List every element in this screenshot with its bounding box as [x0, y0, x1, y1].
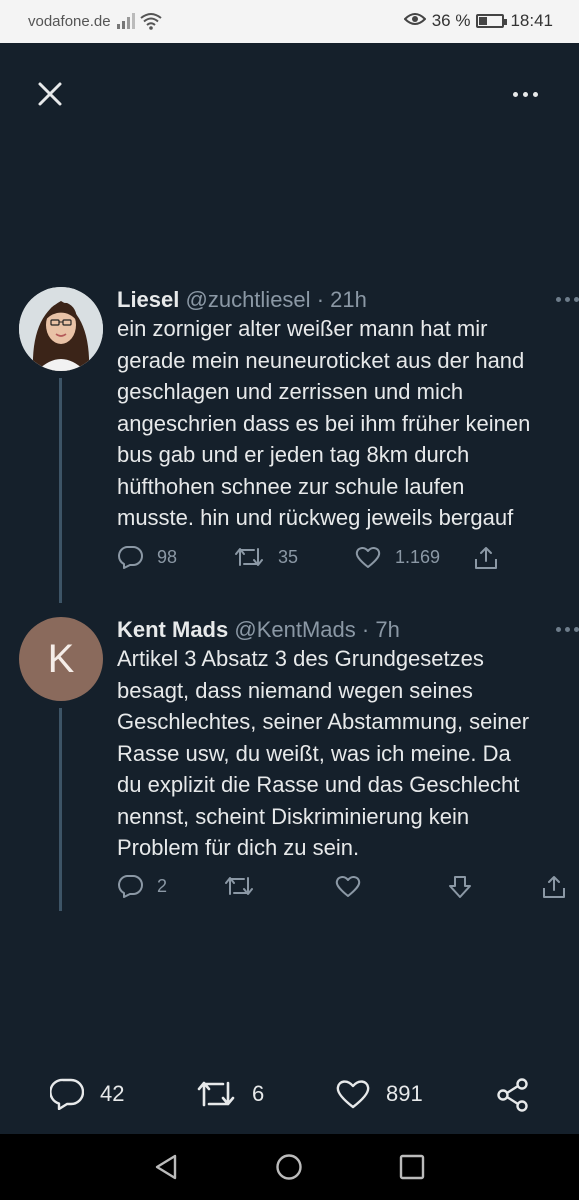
- battery-icon: [476, 14, 508, 28]
- like-count: 1.169: [395, 546, 441, 567]
- share-icon: [475, 547, 497, 569]
- more-horizontal-icon: [556, 627, 561, 632]
- reply-icon: [118, 546, 143, 569]
- signal-icon: [117, 13, 135, 33]
- more-dot: [574, 627, 579, 632]
- home-button[interactable]: [275, 1153, 303, 1186]
- status-right: 36 % 18:41: [403, 11, 553, 31]
- tweet-actions: 2: [0, 874, 579, 904]
- like-button[interactable]: [335, 874, 361, 898]
- reply-button[interactable]: 98: [117, 545, 177, 569]
- author-handle[interactable]: @KentMads: [234, 617, 355, 642]
- avatar[interactable]: [19, 287, 103, 371]
- bottom-retweet-button[interactable]: 6: [196, 1078, 264, 1110]
- tweet-header: Liesel @zuchtliesel · 21h: [117, 287, 579, 313]
- reply-count: 2: [157, 875, 168, 896]
- heart-icon: [335, 876, 361, 897]
- close-button[interactable]: [34, 78, 66, 110]
- tweet-time: · 7h: [361, 617, 400, 642]
- status-bar: vodafone.de 36 % 18:41: [0, 0, 579, 43]
- tweet-actions: 98 35 1.169: [0, 545, 579, 575]
- retweet-icon: [235, 548, 263, 566]
- more-horizontal-icon: [513, 91, 518, 97]
- tweet-liesel[interactable]: Liesel @zuchtliesel · 21h ein zorniger a…: [0, 285, 579, 603]
- battery-percent: 36 %: [431, 11, 471, 30]
- back-button[interactable]: [153, 1153, 179, 1186]
- bottom-like-button[interactable]: 891: [336, 1078, 423, 1110]
- reply-count: 98: [157, 546, 178, 567]
- avatar-letter: K: [47, 636, 75, 681]
- bottom-share-button[interactable]: [496, 1078, 530, 1112]
- more-dot: [533, 91, 538, 97]
- battery-fill: [479, 17, 488, 25]
- tweet-more-button[interactable]: [556, 627, 579, 632]
- tweet-text: Artikel 3 Absatz 3 des Grundgesetzes bes…: [117, 646, 530, 860]
- retweet-count: 35: [278, 546, 299, 567]
- more-dot: [574, 297, 579, 302]
- more-dot: [565, 297, 570, 302]
- heart-icon: [355, 547, 381, 568]
- more-dot: [565, 627, 570, 632]
- system-navigation-bar: [0, 1134, 579, 1200]
- bottom-reply-button[interactable]: 42: [50, 1078, 124, 1110]
- retweet-button[interactable]: 35: [234, 545, 298, 569]
- back-triangle-icon: [155, 1154, 177, 1180]
- tweet-time: · 21h: [316, 287, 367, 312]
- tweet-kent-mads[interactable]: K Kent Mads @KentMads · 7h Artikel 3 Abs…: [0, 615, 579, 915]
- author-name[interactable]: Kent Mads: [117, 617, 228, 642]
- downvote-button[interactable]: [447, 874, 473, 900]
- reply-button[interactable]: 2: [117, 874, 167, 898]
- clock: 18:41: [510, 11, 553, 30]
- tweet-header: Kent Mads @KentMads · 7h: [117, 617, 579, 643]
- eye-comfort-icon: [403, 11, 427, 31]
- carrier-label: vodafone.de: [28, 13, 111, 30]
- author-name[interactable]: Liesel: [117, 287, 179, 312]
- reply-icon: [50, 1078, 84, 1110]
- recents-button[interactable]: [399, 1153, 425, 1186]
- share-button[interactable]: [473, 545, 499, 571]
- retweet-icon: [197, 1081, 235, 1107]
- close-icon: [38, 82, 62, 106]
- retweet-button[interactable]: [224, 874, 254, 898]
- share-network-icon: [497, 1078, 528, 1112]
- more-dot: [523, 91, 528, 97]
- bottom-like-count: 891: [386, 1081, 423, 1106]
- heart-icon: [336, 1080, 370, 1109]
- home-circle-icon: [276, 1154, 302, 1180]
- tweet-text: ein zorniger alter weißer mann hat mir g…: [117, 316, 531, 530]
- bottom-retweet-count: 6: [252, 1081, 265, 1106]
- downvote-icon: [449, 876, 471, 898]
- tweet-more-button[interactable]: [556, 297, 579, 302]
- more-options-button[interactable]: [513, 86, 543, 102]
- bottom-action-bar: 42 6 891: [0, 1070, 579, 1120]
- like-button[interactable]: 1.169: [355, 545, 440, 569]
- recents-square-icon: [399, 1154, 425, 1180]
- bottom-reply-count: 42: [100, 1081, 125, 1106]
- reply-icon: [118, 875, 143, 898]
- avatar[interactable]: K: [19, 617, 103, 701]
- share-button[interactable]: [541, 874, 567, 900]
- retweet-icon: [225, 877, 253, 895]
- wifi-icon: [140, 12, 162, 34]
- more-horizontal-icon: [556, 297, 561, 302]
- author-handle[interactable]: @zuchtliesel: [186, 287, 311, 312]
- share-icon: [543, 876, 565, 898]
